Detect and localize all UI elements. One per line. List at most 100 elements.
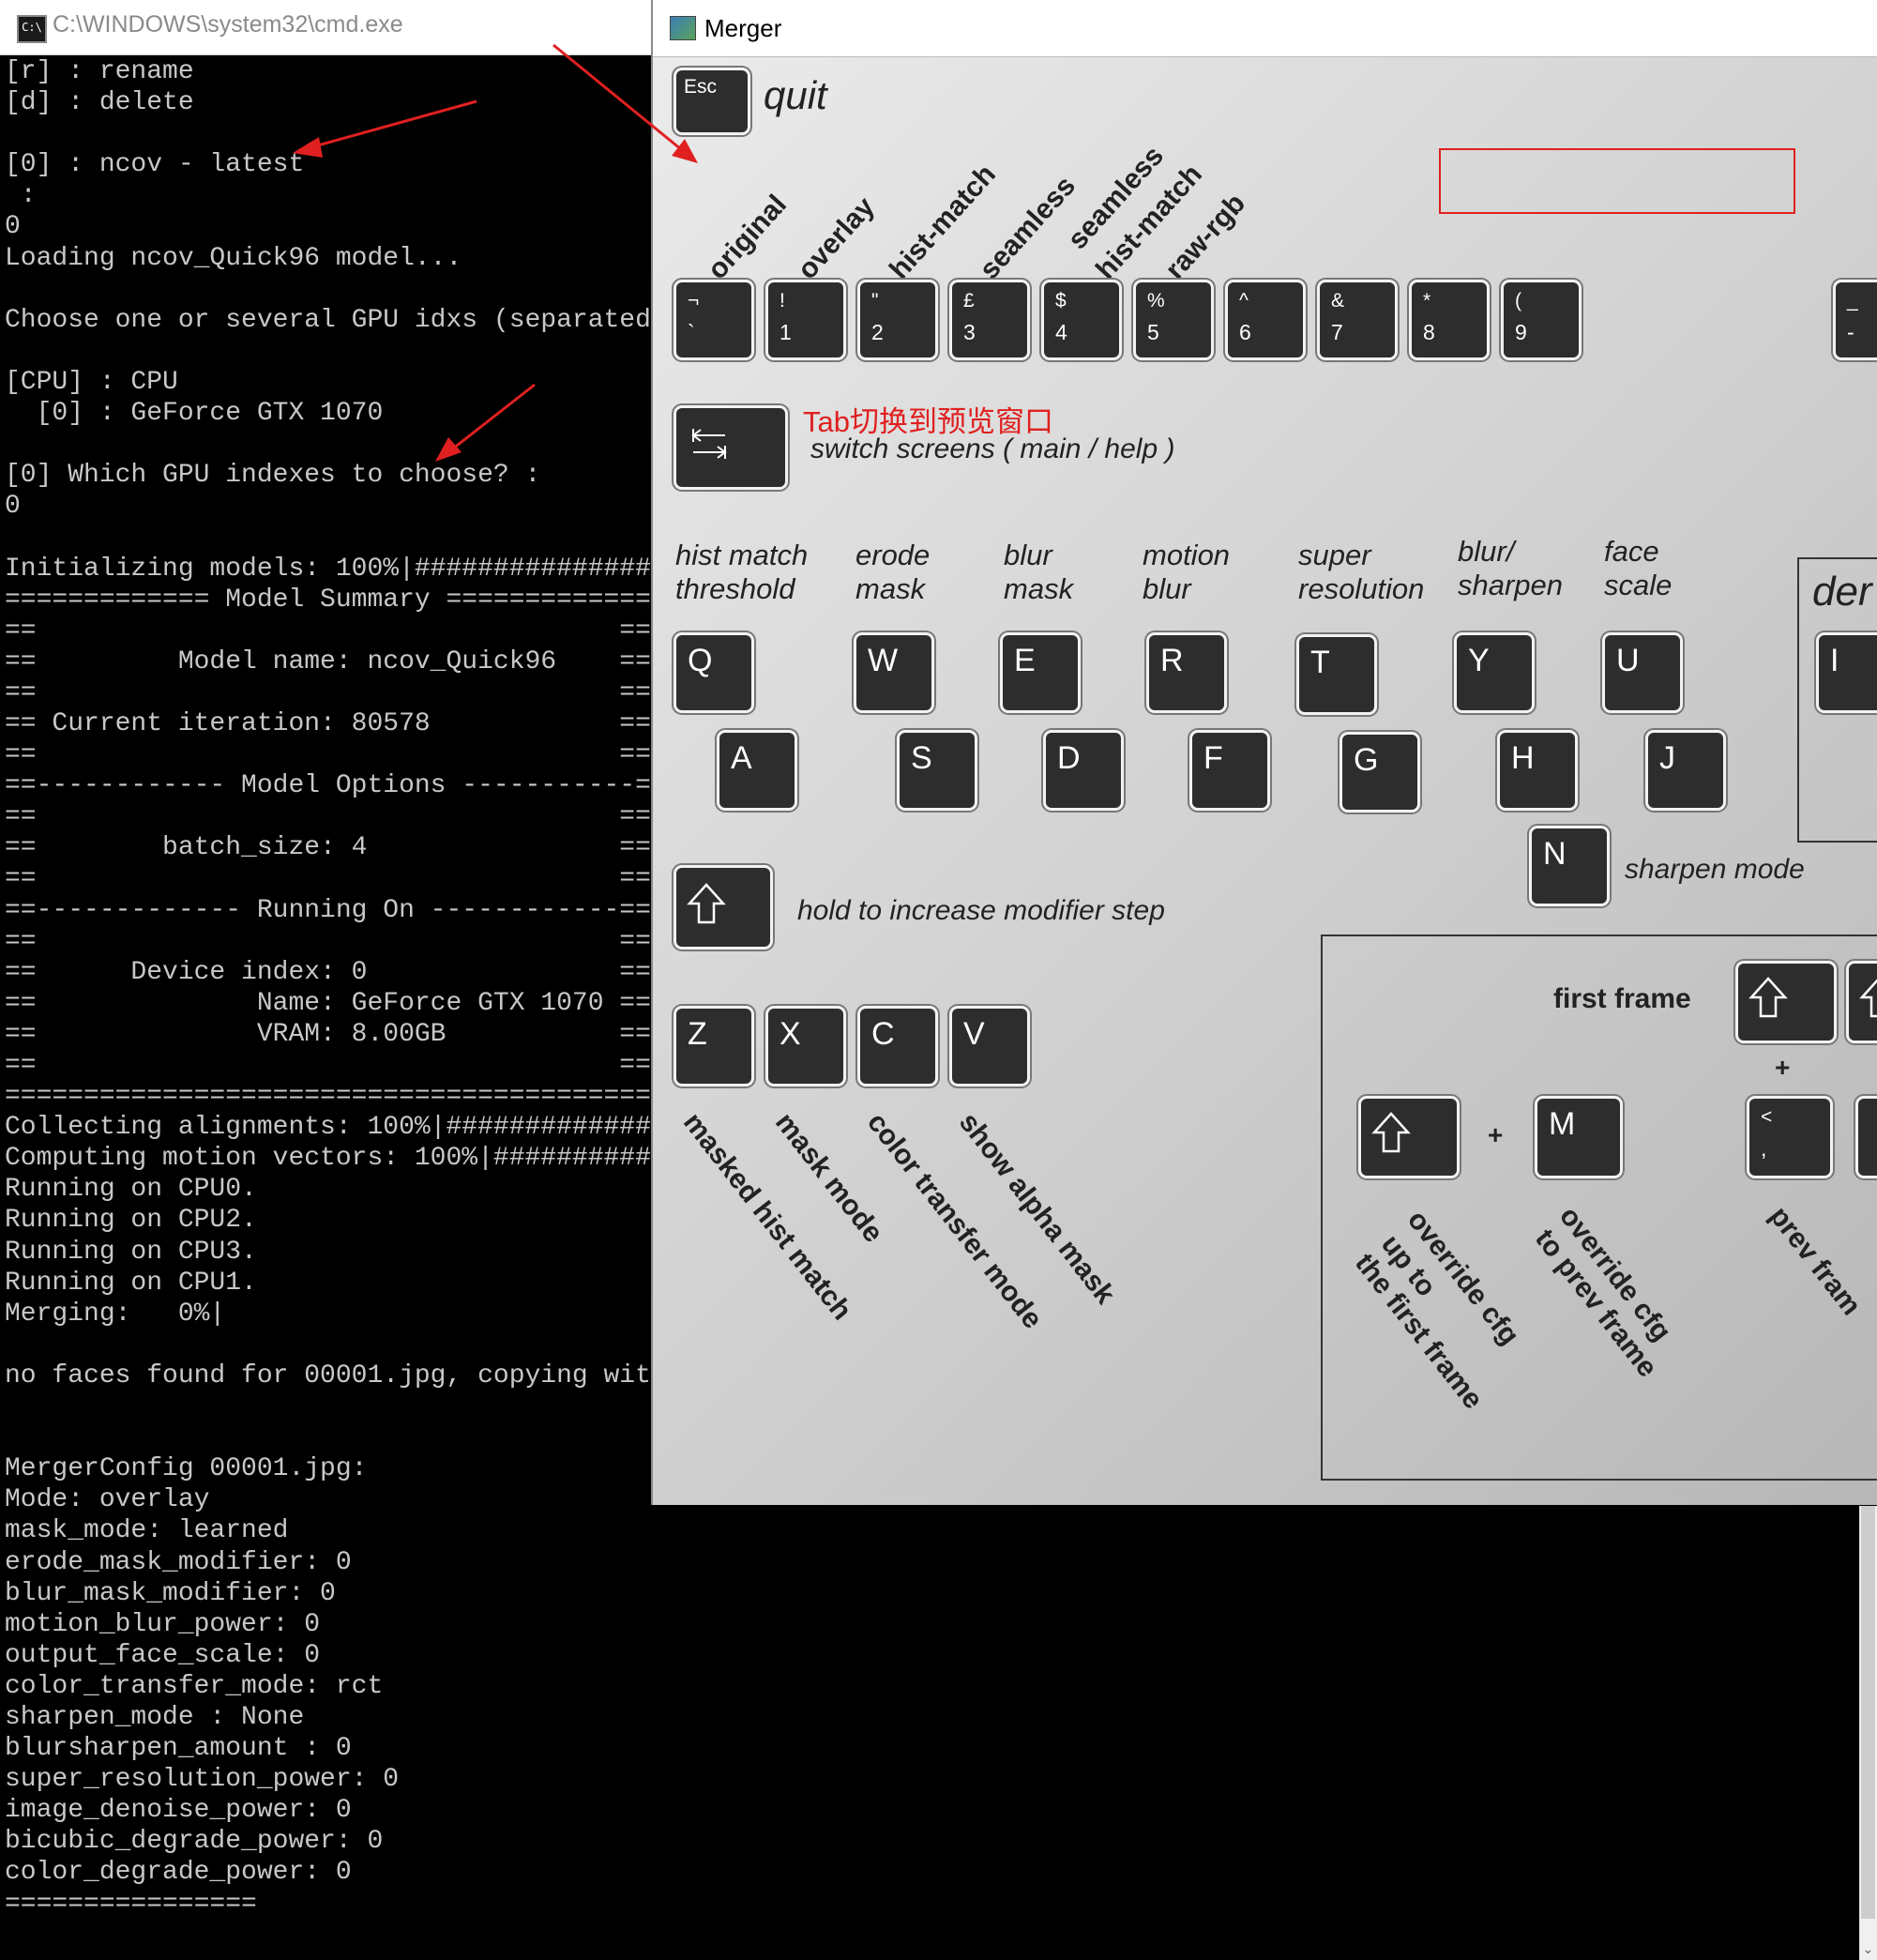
shift-key[interactable] (674, 865, 773, 950)
key-v[interactable]: V (949, 1006, 1030, 1086)
key-9[interactable]: (9 (1501, 280, 1582, 360)
key-a[interactable]: A (717, 730, 797, 811)
key-t[interactable]: T (1296, 634, 1377, 715)
key-bottom-char: 3 (963, 320, 976, 344)
esc-key[interactable]: Esc (674, 68, 750, 135)
tab-key[interactable] (674, 405, 788, 490)
key-1[interactable]: ! 1 (765, 280, 846, 360)
label-line: blur (1143, 572, 1191, 605)
shift-key-extra[interactable] (1846, 961, 1877, 1043)
param-label-hist-threshold: hist match threshold (675, 539, 808, 606)
shift-arrow-icon (1859, 979, 1877, 1018)
key-x[interactable]: X (765, 1006, 846, 1086)
key-i[interactable]: I (1816, 632, 1877, 713)
key-period[interactable] (1855, 1096, 1877, 1178)
key-top-char: ^ (1239, 290, 1249, 311)
key-char: V (963, 1016, 985, 1052)
cmd-window-title: C:\WINDOWS\system32\cmd.exe (53, 11, 403, 38)
key-char: I (1830, 643, 1839, 678)
key-6[interactable]: ^ 6 (1225, 280, 1306, 360)
key-w[interactable]: W (854, 632, 934, 713)
key-top-char: $ (1055, 290, 1067, 311)
show-alpha-mask-label: show alpha mask (952, 1107, 1121, 1311)
key-bottom-char: 4 (1055, 320, 1067, 344)
key-char: A (731, 740, 752, 776)
app-icon (670, 16, 696, 40)
key-bottom-char: 8 (1423, 320, 1435, 344)
key-n[interactable]: N (1529, 826, 1610, 906)
key-8[interactable]: * 8 (1409, 280, 1490, 360)
key-bottom-char: 6 (1239, 320, 1251, 344)
label-line: resolution (1298, 572, 1425, 605)
esc-key-label: Esc (684, 76, 718, 98)
key-char: T (1310, 645, 1330, 680)
key-c[interactable]: C (857, 1006, 938, 1086)
hold-modifier-label: hold to increase modifier step (797, 895, 1165, 926)
key-char: D (1057, 740, 1081, 776)
first-frame-label: first frame (1553, 983, 1691, 1014)
key-top-char: % (1147, 290, 1165, 311)
key-top-char: & (1331, 290, 1345, 311)
key-s[interactable]: S (897, 730, 977, 811)
label-line: hist match (675, 539, 809, 571)
key-backtick[interactable]: ¬ ` (674, 280, 754, 360)
key-q[interactable]: Q (674, 632, 754, 713)
key-2[interactable]: " 2 (857, 280, 938, 360)
key-char: W (868, 643, 899, 678)
key-y[interactable]: Y (1454, 632, 1535, 713)
key-m[interactable]: M (1535, 1096, 1623, 1178)
key-minus[interactable]: _ - (1833, 280, 1877, 360)
param-label-face-scale: face scale (1604, 535, 1672, 602)
console-output: [r] : rename [d] : delete [0] : ncov - l… (5, 57, 699, 1919)
key-top-char: " (871, 290, 879, 311)
param-label-blur-sharpen: blur/sharpen (1458, 535, 1563, 602)
key-3[interactable]: £3 (949, 280, 1030, 360)
key-bottom-char: 5 (1147, 320, 1159, 344)
key-char: Z (688, 1016, 707, 1052)
key-top-char: ¬ (688, 290, 700, 311)
mode-label-overlay: overlay (792, 190, 881, 286)
key-e[interactable]: E (1000, 632, 1081, 713)
key-j[interactable]: J (1645, 730, 1726, 811)
sharpen-mode-label: sharpen mode (1625, 854, 1805, 885)
key-char: X (780, 1016, 801, 1052)
key-d[interactable]: D (1043, 730, 1124, 811)
key-z[interactable]: Z (674, 1006, 754, 1086)
label-line: threshold (675, 572, 795, 605)
key-char: N (1543, 836, 1567, 872)
label-line: blur (1004, 539, 1052, 571)
key-4[interactable]: $4 (1041, 280, 1122, 360)
key-char: U (1616, 643, 1640, 678)
key-f[interactable]: F (1189, 730, 1270, 811)
scroll-down-arrow-icon[interactable]: ⌄ (1859, 1938, 1877, 1960)
masked-hist-match-label: masked hist match (676, 1107, 858, 1327)
key-5[interactable]: % 5 (1133, 280, 1214, 360)
param-label-super-resolution: super resolution (1298, 539, 1424, 606)
key-char: E (1014, 643, 1036, 678)
scrollbar-thumb[interactable] (1861, 1506, 1875, 1919)
key-g[interactable]: G (1340, 732, 1420, 813)
key-char: M (1549, 1106, 1576, 1142)
key-u[interactable]: U (1602, 632, 1683, 713)
label-line: erode (855, 539, 931, 571)
merger-window-title: Merger (704, 14, 782, 42)
key-7[interactable]: & 7 (1317, 280, 1398, 360)
label-line: super (1298, 539, 1371, 571)
key-char: F (1203, 740, 1223, 776)
key-char: R (1160, 643, 1184, 678)
shift-arrow-icon (687, 883, 726, 924)
key-bottom-char: ` (688, 320, 695, 344)
shift-key-first-frame[interactable] (1735, 961, 1837, 1043)
label-line: motion (1143, 539, 1231, 571)
shift-key-override[interactable] (1358, 1096, 1460, 1178)
shift-arrow-icon (1748, 977, 1788, 1018)
key-bottom-char: 2 (871, 320, 884, 344)
key-r[interactable]: R (1146, 632, 1227, 713)
shift-arrow-icon (1371, 1112, 1411, 1153)
key-h[interactable]: H (1497, 730, 1578, 811)
quit-label: quit (764, 73, 827, 117)
key-top-char: ! (780, 290, 785, 311)
key-comma[interactable]: <, (1747, 1096, 1833, 1178)
key-bottom-char: 9 (1515, 320, 1527, 344)
merger-titlebar[interactable]: Merger (653, 0, 1877, 57)
